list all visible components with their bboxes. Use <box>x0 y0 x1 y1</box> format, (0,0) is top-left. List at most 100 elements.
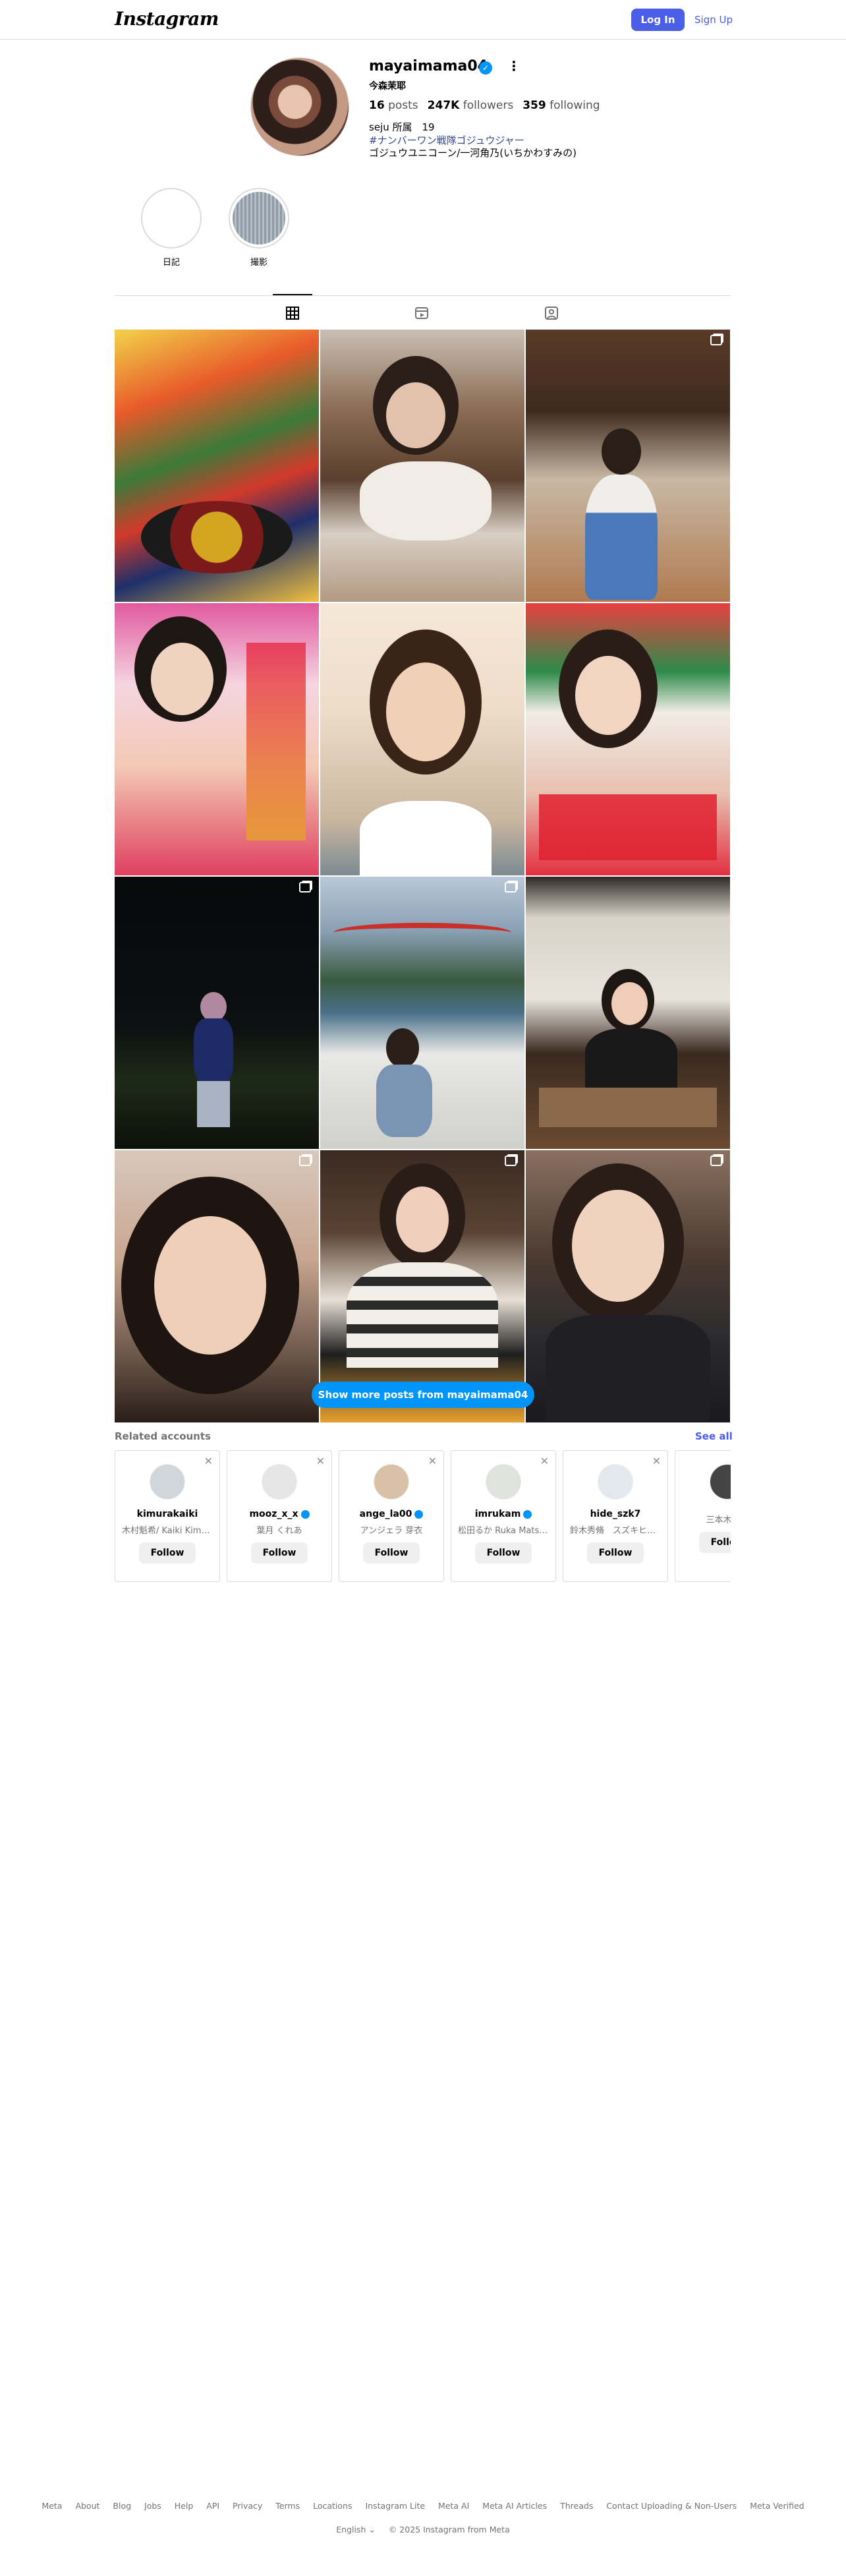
avatar[interactable] <box>150 1464 185 1500</box>
verified-badge-icon <box>523 1509 532 1519</box>
related-account-card[interactable]: ✕ ange_la00 アンジェラ 芽衣 Follow <box>339 1450 444 1582</box>
footer-link[interactable]: Contact Uploading & Non-Users <box>606 2501 737 2511</box>
related-fullname: アンジェラ 芽衣 <box>360 1526 423 1536</box>
footer-link[interactable]: Meta Verified <box>750 2501 804 2511</box>
dismiss-icon[interactable]: ✕ <box>652 1455 661 1467</box>
signup-link[interactable]: Sign Up <box>694 9 733 31</box>
related-fullname: 三本木大輔 <box>706 1515 731 1525</box>
related-username[interactable]: ange_la00 <box>360 1509 412 1519</box>
post-thumbnail[interactable] <box>320 877 524 1149</box>
followers-stat[interactable]: 247K followers <box>428 99 514 112</box>
post-thumbnail[interactable] <box>320 330 524 602</box>
dismiss-icon[interactable]: ✕ <box>540 1455 549 1467</box>
related-account-card[interactable]: ✕ 三本木大輔 Follow <box>675 1450 731 1582</box>
carousel-icon <box>299 1156 311 1166</box>
language-selector[interactable]: English ⌄ <box>336 2525 376 2534</box>
highlight-item[interactable]: 撮影 <box>226 188 292 268</box>
dismiss-icon[interactable]: ✕ <box>316 1455 325 1467</box>
copyright: © 2025 Instagram from Meta <box>388 2525 510 2534</box>
footer-link[interactable]: Threads <box>560 2501 593 2511</box>
table-graphic <box>539 1088 717 1127</box>
footer-link[interactable]: Jobs <box>144 2501 161 2511</box>
footer-link[interactable]: API <box>206 2501 219 2511</box>
more-options-icon[interactable]: ⋮ <box>507 58 521 74</box>
post-thumbnail[interactable] <box>320 603 524 875</box>
footer-link[interactable]: Meta AI Articles <box>482 2501 547 2511</box>
related-account-card[interactable]: ✕ kimurakaiki 木村魁希/ Kaiki Kimura Follow <box>115 1450 220 1582</box>
show-more-posts-button[interactable]: Show more posts from mayaimama04 <box>312 1382 534 1408</box>
post-thumbnail[interactable] <box>115 877 319 1149</box>
footer-link[interactable]: Terms <box>275 2501 300 2511</box>
posts-grid <box>115 330 731 1424</box>
footer-link[interactable]: About <box>75 2501 99 2511</box>
post-thumbnail[interactable] <box>115 1150 319 1422</box>
related-fullname: 鈴木秀脩 スズキヒデノブ <box>570 1526 667 1536</box>
verified-badge-icon: ✓ <box>479 61 492 74</box>
photo-subject-head <box>200 992 227 1022</box>
related-fullname: 葉月 くれあ <box>256 1526 302 1536</box>
post-thumbnail[interactable] <box>526 330 730 602</box>
follow-button[interactable]: Follow <box>139 1542 196 1564</box>
follow-button[interactable]: Follow <box>699 1532 731 1553</box>
related-username[interactable]: imrukam <box>475 1509 521 1519</box>
post-thumbnail[interactable] <box>526 1150 730 1422</box>
footer-link[interactable]: Locations <box>313 2501 352 2511</box>
footer-link[interactable]: Blog <box>113 2501 131 2511</box>
highlight-item[interactable]: 日記 <box>138 188 204 268</box>
related-username[interactable]: mooz_x_x <box>249 1509 298 1519</box>
avatar[interactable] <box>710 1464 731 1500</box>
login-button[interactable]: Log In <box>631 9 685 31</box>
profile-avatar[interactable] <box>250 57 349 156</box>
related-account-card[interactable]: ✕ imrukam 松田るか Ruka Matsuda Follow <box>451 1450 556 1582</box>
follow-button[interactable]: Follow <box>475 1542 532 1564</box>
following-stat[interactable]: 359 following <box>522 99 600 112</box>
photo-subject-face <box>396 1186 449 1252</box>
photo-subject-body <box>360 801 492 875</box>
tagged-tab[interactable] <box>542 303 561 323</box>
profile-fullname: 今森茉耶 <box>369 81 406 92</box>
post-thumbnail[interactable] <box>526 877 730 1149</box>
footer-link[interactable]: Privacy <box>233 2501 262 2511</box>
footer-link[interactable]: Instagram Lite <box>365 2501 425 2511</box>
avatar[interactable] <box>598 1464 633 1500</box>
instagram-logo[interactable]: Instagram <box>115 8 219 30</box>
related-username[interactable]: hide_szk7 <box>590 1509 641 1519</box>
footer-bottom: English ⌄ © 2025 Instagram from Meta <box>0 2525 846 2534</box>
dismiss-icon[interactable]: ✕ <box>204 1455 213 1467</box>
highlight-cover <box>145 192 198 245</box>
footer-link[interactable]: Meta <box>42 2501 62 2511</box>
related-username[interactable]: kimurakaiki <box>137 1509 198 1519</box>
dismiss-icon[interactable]: ✕ <box>428 1455 437 1467</box>
active-tab-indicator <box>273 294 312 295</box>
bio-hashtag-link[interactable]: #ナンバーワン戦隊ゴジュウジャー <box>369 133 524 147</box>
photo-subject-body <box>546 1315 710 1420</box>
avatar[interactable] <box>262 1464 297 1500</box>
follow-button[interactable]: Follow <box>587 1542 644 1564</box>
reels-tab[interactable] <box>412 303 432 323</box>
verified-badge-icon <box>414 1509 424 1519</box>
post-thumbnail[interactable] <box>526 603 730 875</box>
footer-link[interactable]: Help <box>175 2501 194 2511</box>
footer-link[interactable]: Meta AI <box>438 2501 469 2511</box>
tabs-divider <box>115 295 731 296</box>
follow-button[interactable]: Follow <box>363 1542 420 1564</box>
profile-username: mayaimama04 <box>369 58 488 74</box>
related-account-card[interactable]: ✕ mooz_x_x 葉月 くれあ Follow <box>227 1450 332 1582</box>
post-thumbnail[interactable] <box>115 330 319 602</box>
highlight-cover <box>233 192 285 245</box>
avatar[interactable] <box>486 1464 521 1500</box>
grid-icon <box>286 307 299 320</box>
photo-subject-dress <box>585 475 658 600</box>
highlight-label: 日記 <box>162 258 180 268</box>
photo-subject-face <box>611 982 648 1025</box>
photo-subject-face <box>572 1190 664 1302</box>
photo-subject-head <box>602 428 641 475</box>
follow-button[interactable]: Follow <box>251 1542 308 1564</box>
highlight-label: 撮影 <box>250 258 268 268</box>
see-all-link[interactable]: See all <box>695 1430 733 1442</box>
magazine-title-block <box>246 643 306 840</box>
post-thumbnail[interactable] <box>115 603 319 875</box>
related-account-card[interactable]: ✕ hide_szk7 鈴木秀脩 スズキヒデノブ Follow <box>563 1450 668 1582</box>
avatar[interactable] <box>374 1464 409 1500</box>
posts-tab[interactable] <box>283 303 302 323</box>
